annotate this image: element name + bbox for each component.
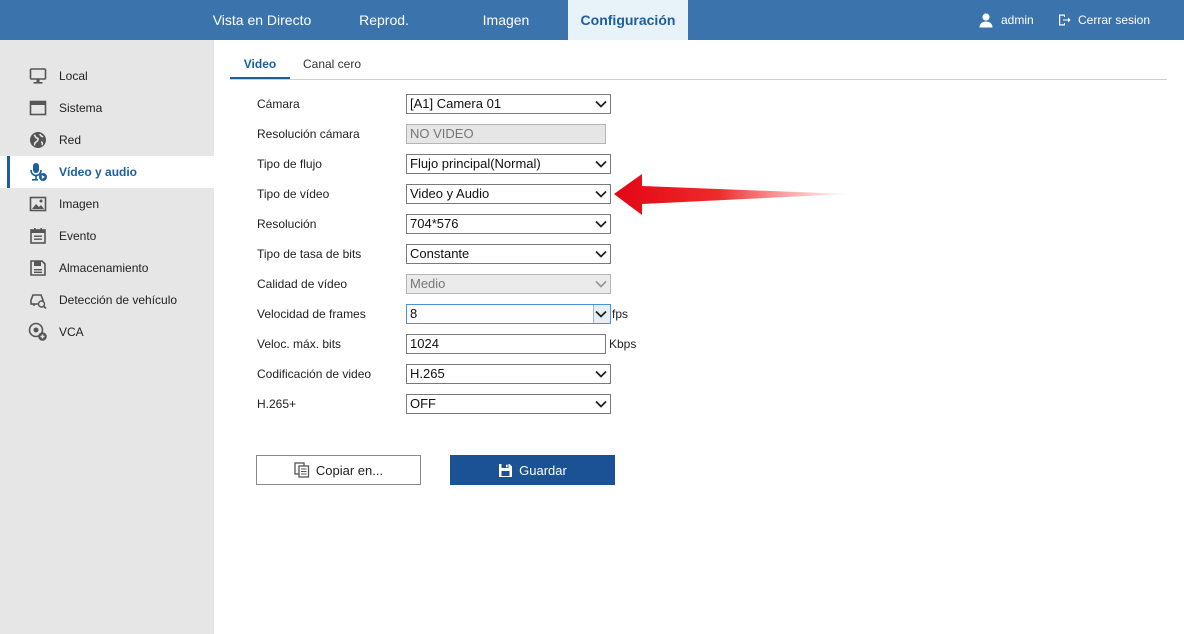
h265-plus-label: H.265+ [257, 397, 297, 411]
save-label: Guardar [519, 462, 567, 478]
sidebar-item-video-audio[interactable]: Vídeo y audio [0, 156, 214, 188]
copy-to-button[interactable]: Copiar en... [256, 455, 421, 485]
frame-rate-value: 8 [410, 306, 418, 321]
chevron-down-icon [595, 250, 607, 258]
annotation-arrow [614, 174, 848, 215]
h265-plus-value: OFF [410, 396, 436, 411]
max-bitrate-unit: Kbps [609, 337, 637, 351]
video-type-label: Tipo de vídeo [257, 187, 330, 201]
storage-icon [28, 258, 48, 278]
sidebar-item-label: Local [59, 69, 88, 83]
frame-rate-select[interactable]: 8 [406, 304, 611, 324]
tab-zero-channel[interactable]: Canal cero [294, 50, 370, 78]
camera-label: Cámara [257, 97, 300, 111]
h265-plus-select[interactable]: OFF [406, 394, 611, 414]
vca-icon [28, 322, 48, 342]
logout-label: Cerrar sesion [1078, 13, 1151, 27]
max-bitrate-input[interactable]: 1024 [406, 334, 606, 354]
calendar-icon [28, 226, 48, 246]
logout-button[interactable]: Cerrar sesion [1057, 0, 1150, 40]
sidebar-item-label: Vídeo y audio [59, 165, 138, 179]
nav-live-view[interactable]: Vista en Directo [196, 0, 328, 40]
video-quality-select: Medio [406, 274, 611, 294]
image-icon [28, 194, 48, 214]
resolution-select[interactable]: 704*576 [406, 214, 611, 234]
user-icon [979, 13, 993, 28]
video-type-select[interactable]: Video y Audio [406, 184, 611, 204]
bitrate-type-value: Constante [410, 246, 470, 261]
video-quality-value: Medio [410, 276, 446, 291]
username-label: admin [1001, 13, 1034, 27]
sidebar-item-storage[interactable]: Almacenamiento [0, 252, 214, 284]
sidebar-item-system[interactable]: Sistema [0, 92, 214, 124]
copy-to-label: Copiar en... [315, 462, 384, 478]
sidebar-item-local[interactable]: Local [0, 60, 214, 92]
sidebar-item-label: Red [59, 133, 82, 147]
chevron-down-icon [595, 370, 607, 378]
vehicle-search-icon [28, 290, 48, 310]
logout-icon [1059, 14, 1071, 26]
sidebar-item-vca[interactable]: VCA [0, 316, 214, 348]
chevron-down-icon [595, 220, 607, 228]
camera-resolution-label: Resolución cámara [257, 127, 360, 141]
video-type-value: Video y Audio [410, 186, 490, 201]
sidebar-item-label: Detección de vehículo [59, 293, 178, 307]
resolution-label: Resolución [257, 217, 317, 231]
stream-type-value: Flujo principal(Normal) [410, 156, 541, 171]
save-icon [499, 463, 513, 477]
resolution-value: 704*576 [410, 216, 459, 231]
nav-playback[interactable]: Reprod. [336, 0, 432, 40]
sidebar-item-label: VCA [59, 325, 84, 339]
sidebar-item-vehicle-detection[interactable]: Detección de vehículo [0, 284, 214, 316]
microphone-icon [28, 162, 48, 182]
tab-divider [230, 79, 1167, 80]
globe-icon [28, 130, 48, 150]
chevron-down-icon [595, 190, 607, 198]
max-bitrate-label: Veloc. máx. bits [257, 337, 342, 351]
nav-configuration[interactable]: Configuración [568, 0, 688, 40]
window-icon [28, 98, 48, 118]
chevron-down-icon [595, 280, 607, 288]
chevron-down-icon [595, 400, 607, 408]
user-menu[interactable]: admin [978, 0, 1034, 40]
sidebar-item-event[interactable]: Evento [0, 220, 214, 252]
video-encoding-label: Codificación de video [257, 367, 372, 381]
stream-type-label: Tipo de flujo [257, 157, 322, 171]
copy-icon [294, 462, 310, 478]
sidebar-item-label: Imagen [59, 197, 100, 211]
sidebar-item-label: Evento [59, 229, 97, 243]
camera-select[interactable]: [A1] Camera 01 [406, 94, 611, 114]
chevron-down-icon [595, 160, 607, 168]
top-navigation-bar: Vista en Directo Reprod. Imagen Configur… [0, 0, 1184, 40]
video-quality-label: Calidad de vídeo [257, 277, 348, 291]
frame-rate-label: Velocidad de frames [257, 307, 366, 321]
sidebar-item-image[interactable]: Imagen [0, 188, 214, 220]
nav-image[interactable]: Imagen [448, 0, 564, 40]
bitrate-type-label: Tipo de tasa de bits [257, 247, 362, 261]
chevron-down-icon [595, 100, 607, 108]
bitrate-type-select[interactable]: Constante [406, 244, 611, 264]
save-button[interactable]: Guardar [450, 455, 615, 485]
sidebar-item-label: Sistema [59, 101, 103, 115]
chevron-down-icon [595, 310, 607, 318]
stream-type-select[interactable]: Flujo principal(Normal) [406, 154, 611, 174]
camera-resolution-field: NO VIDEO [406, 124, 606, 144]
camera-value: [A1] Camera 01 [410, 96, 502, 111]
sidebar-item-network[interactable]: Red [0, 124, 214, 156]
sidebar: Local Sistema Red Vídeo y audio Imagen E… [0, 40, 214, 634]
video-encoding-value: H.265 [410, 366, 445, 381]
video-encoding-select[interactable]: H.265 [406, 364, 611, 384]
monitor-icon [28, 66, 48, 86]
sidebar-item-label: Almacenamiento [59, 261, 149, 275]
frame-rate-unit: fps [612, 307, 629, 321]
tab-video[interactable]: Video [230, 50, 290, 79]
